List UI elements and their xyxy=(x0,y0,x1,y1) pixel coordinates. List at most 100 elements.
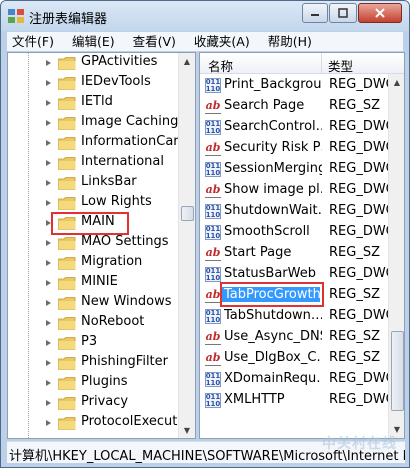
scroll-up-icon[interactable]: ▲ xyxy=(389,74,404,90)
tree-item[interactable]: LinksBar xyxy=(8,173,178,193)
expand-arrow-icon[interactable] xyxy=(46,420,51,426)
expand-arrow-icon[interactable] xyxy=(46,100,51,106)
tree-item[interactable]: IEDevTools xyxy=(8,73,178,93)
tree-item-label: LinksBar xyxy=(81,174,137,189)
value-type: REG_DWC xyxy=(329,77,395,92)
highlight-box xyxy=(51,212,129,235)
expand-arrow-icon[interactable] xyxy=(46,380,51,386)
tree-item[interactable]: NoReboot xyxy=(8,313,178,333)
tree-item[interactable]: ProtocolExecute xyxy=(8,413,185,433)
expand-arrow-icon[interactable] xyxy=(46,160,51,166)
string-value-icon: ab xyxy=(205,141,221,156)
value-row[interactable]: ab Use_Async_DNS REG_SZ xyxy=(200,327,390,348)
menu-file[interactable]: 文件(F) xyxy=(7,32,59,51)
value-type: REG_DWC xyxy=(329,161,395,176)
value-row[interactable]: ab Start Page REG_SZ xyxy=(200,243,390,264)
value-name: Print_Backgrou… xyxy=(224,77,322,92)
tree-item[interactable]: Migration xyxy=(8,253,178,273)
tree-item[interactable]: International xyxy=(8,153,178,173)
minimize-icon xyxy=(311,14,319,16)
value-row[interactable]: 011 110 SessionMerging REG_DWC xyxy=(200,159,395,180)
value-row[interactable]: 011 110 ShutdownWait… REG_DWC xyxy=(200,201,395,222)
tree-scroll-thumb[interactable] xyxy=(181,206,194,221)
expand-arrow-icon[interactable] xyxy=(46,80,51,86)
tree-item-label: P3 xyxy=(81,334,98,349)
tree-item[interactable]: GPActivities xyxy=(8,53,178,73)
expand-arrow-icon[interactable] xyxy=(46,180,51,186)
tree-item[interactable]: Low Rights xyxy=(8,193,178,213)
menu-edit[interactable]: 编辑(E) xyxy=(67,32,120,51)
list-scrollbar[interactable]: ▲ ▼ xyxy=(388,74,404,438)
value-row[interactable]: ab Search Page REG_SZ xyxy=(200,96,390,117)
value-type: REG_SZ xyxy=(329,98,380,113)
tree-item[interactable]: Image Caching xyxy=(8,113,178,133)
expand-arrow-icon[interactable] xyxy=(46,240,51,246)
tree-item[interactable]: MAO Settings xyxy=(8,233,178,253)
maximize-button[interactable] xyxy=(329,3,357,23)
value-row[interactable]: 011 110 TabShutdown… REG_DWC xyxy=(200,306,395,327)
value-type: REG_SZ xyxy=(329,287,380,302)
expand-arrow-icon[interactable] xyxy=(46,300,51,306)
tree-item[interactable]: PhishingFilter xyxy=(8,353,178,373)
value-list-pane[interactable]: 名称 类型 011110Print_Backgrou…REG_DWCabSear… xyxy=(199,52,405,439)
folder-icon xyxy=(58,77,76,90)
string-value-icon: ab xyxy=(205,288,221,303)
value-type: REG_DWC xyxy=(329,182,395,197)
menu-help[interactable]: 帮助(H) xyxy=(263,32,317,51)
tree-scrollbar[interactable]: ▲ ▼ xyxy=(178,53,195,438)
menu-view[interactable]: 查看(V) xyxy=(128,32,181,51)
title-bar[interactable]: 注册表编辑器 xyxy=(1,1,409,31)
list-scroll-thumb[interactable] xyxy=(391,331,404,411)
expand-arrow-icon[interactable] xyxy=(46,320,51,326)
tree-item[interactable]: New Windows xyxy=(8,293,178,313)
minimize-button[interactable] xyxy=(302,3,328,23)
tree-item[interactable]: Privacy xyxy=(8,393,178,413)
value-type: REG_SZ xyxy=(329,350,380,365)
value-name: SearchControl… xyxy=(224,119,322,134)
value-row[interactable]: 011 110 SearchControl… REG_DWC xyxy=(200,117,395,138)
menu-favorites[interactable]: 收藏夹(A) xyxy=(189,32,255,51)
value-row[interactable]: 011 110 XDomainRequ… REG_DWC xyxy=(200,369,395,390)
value-row[interactable]: 011 110 XMLHTTP REG_DWC xyxy=(200,390,395,411)
expand-arrow-icon[interactable] xyxy=(46,260,51,266)
tree-item-label: IETld xyxy=(81,94,113,109)
tree-item-label: GPActivities xyxy=(81,54,158,69)
expand-arrow-icon[interactable] xyxy=(46,360,51,366)
folder-icon xyxy=(58,257,76,270)
expand-arrow-icon[interactable] xyxy=(46,200,51,206)
column-type-header[interactable]: 类型 xyxy=(328,56,353,75)
value-row[interactable]: ab Show image pl… REG_DWC xyxy=(200,180,395,201)
tree-item-label: Image Caching xyxy=(81,114,179,129)
expand-arrow-icon[interactable] xyxy=(46,120,51,126)
tree-item[interactable]: InformationCard xyxy=(8,133,187,153)
tree-item[interactable]: P3 xyxy=(8,333,178,353)
column-name-header[interactable]: 名称 xyxy=(208,56,233,75)
value-name: Security Risk P… xyxy=(224,140,322,155)
folder-icon xyxy=(58,137,76,150)
folder-icon xyxy=(58,177,76,190)
value-row[interactable]: abSecurity Risk P… REG_DWC xyxy=(200,138,395,159)
tree-item-label: Low Rights xyxy=(81,194,152,209)
window-title: 注册表编辑器 xyxy=(29,12,108,27)
tree-item[interactable]: MINIE xyxy=(8,273,178,293)
folder-icon xyxy=(58,337,76,350)
binary-value-icon: 011 110 xyxy=(205,266,221,282)
expand-arrow-icon[interactable] xyxy=(46,280,51,286)
expand-arrow-icon[interactable] xyxy=(46,60,51,66)
key-tree-pane[interactable]: GPActivities IEDevTools IETld Image Caching… xyxy=(7,52,196,439)
scroll-up-icon[interactable]: ▲ xyxy=(179,53,195,69)
tree-item-label: Plugins xyxy=(81,374,128,389)
scroll-down-icon[interactable]: ▼ xyxy=(179,422,195,438)
tree-item[interactable]: Plugins xyxy=(8,373,178,393)
expand-arrow-icon[interactable] xyxy=(46,140,51,146)
value-row[interactable]: ab Use_DlgBox_C… REG_SZ xyxy=(200,348,390,369)
expand-arrow-icon[interactable] xyxy=(46,340,51,346)
folder-icon xyxy=(58,377,76,390)
folder-icon xyxy=(58,417,76,430)
registry-editor-icon xyxy=(8,9,24,23)
value-row[interactable]: 011110Print_Backgrou… REG_DWC xyxy=(200,75,395,96)
close-button[interactable] xyxy=(358,3,402,23)
tree-item[interactable]: IETld xyxy=(8,93,178,113)
value-row[interactable]: 011 110 SmoothScroll REG_DWC xyxy=(200,222,395,243)
expand-arrow-icon[interactable] xyxy=(46,400,51,406)
